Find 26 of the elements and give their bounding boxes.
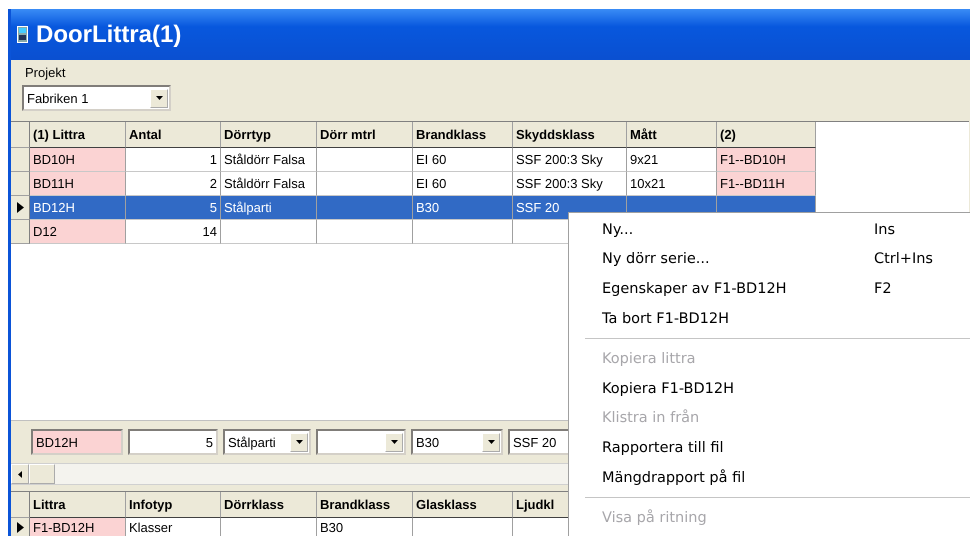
- table-cell: EI 60: [413, 172, 513, 196]
- shortcut-label: F2: [874, 280, 892, 297]
- shortcut-label: Ins: [874, 222, 896, 238]
- table-cell: 14: [126, 220, 221, 244]
- table-cell: Stålparti: [221, 196, 317, 220]
- project-label: Projekt: [25, 66, 66, 80]
- table-cell: 5: [126, 196, 221, 220]
- table-cell: Ståldörr Falsa: [221, 148, 317, 172]
- table-cell: EI 60: [413, 148, 513, 172]
- table-cell: BD11H: [30, 172, 126, 196]
- table-cell: D12: [30, 220, 126, 244]
- table-cell: F1-BD12H: [30, 518, 126, 536]
- table-cell: SSF 200:3 Sky: [513, 172, 627, 196]
- window-title: DoorLittra(1): [36, 20, 182, 48]
- table-cell: Ståldörr Falsa: [221, 172, 317, 196]
- table-cell: B30: [413, 196, 513, 220]
- table-cell: 1: [126, 148, 221, 172]
- table-cell: 9x21: [627, 148, 717, 172]
- shortcut-label: Ctrl+Ins: [874, 251, 933, 268]
- table-cell: F1--BD10H: [717, 148, 816, 172]
- table-cell: 10x21: [627, 172, 717, 196]
- table-cell: 2: [126, 172, 221, 196]
- table-cell: BD12H: [30, 196, 126, 220]
- table-cell: BD10H: [30, 148, 126, 172]
- table-cell: F1--BD11H: [717, 172, 816, 196]
- table-cell: SSF 200:3 Sky: [513, 148, 627, 172]
